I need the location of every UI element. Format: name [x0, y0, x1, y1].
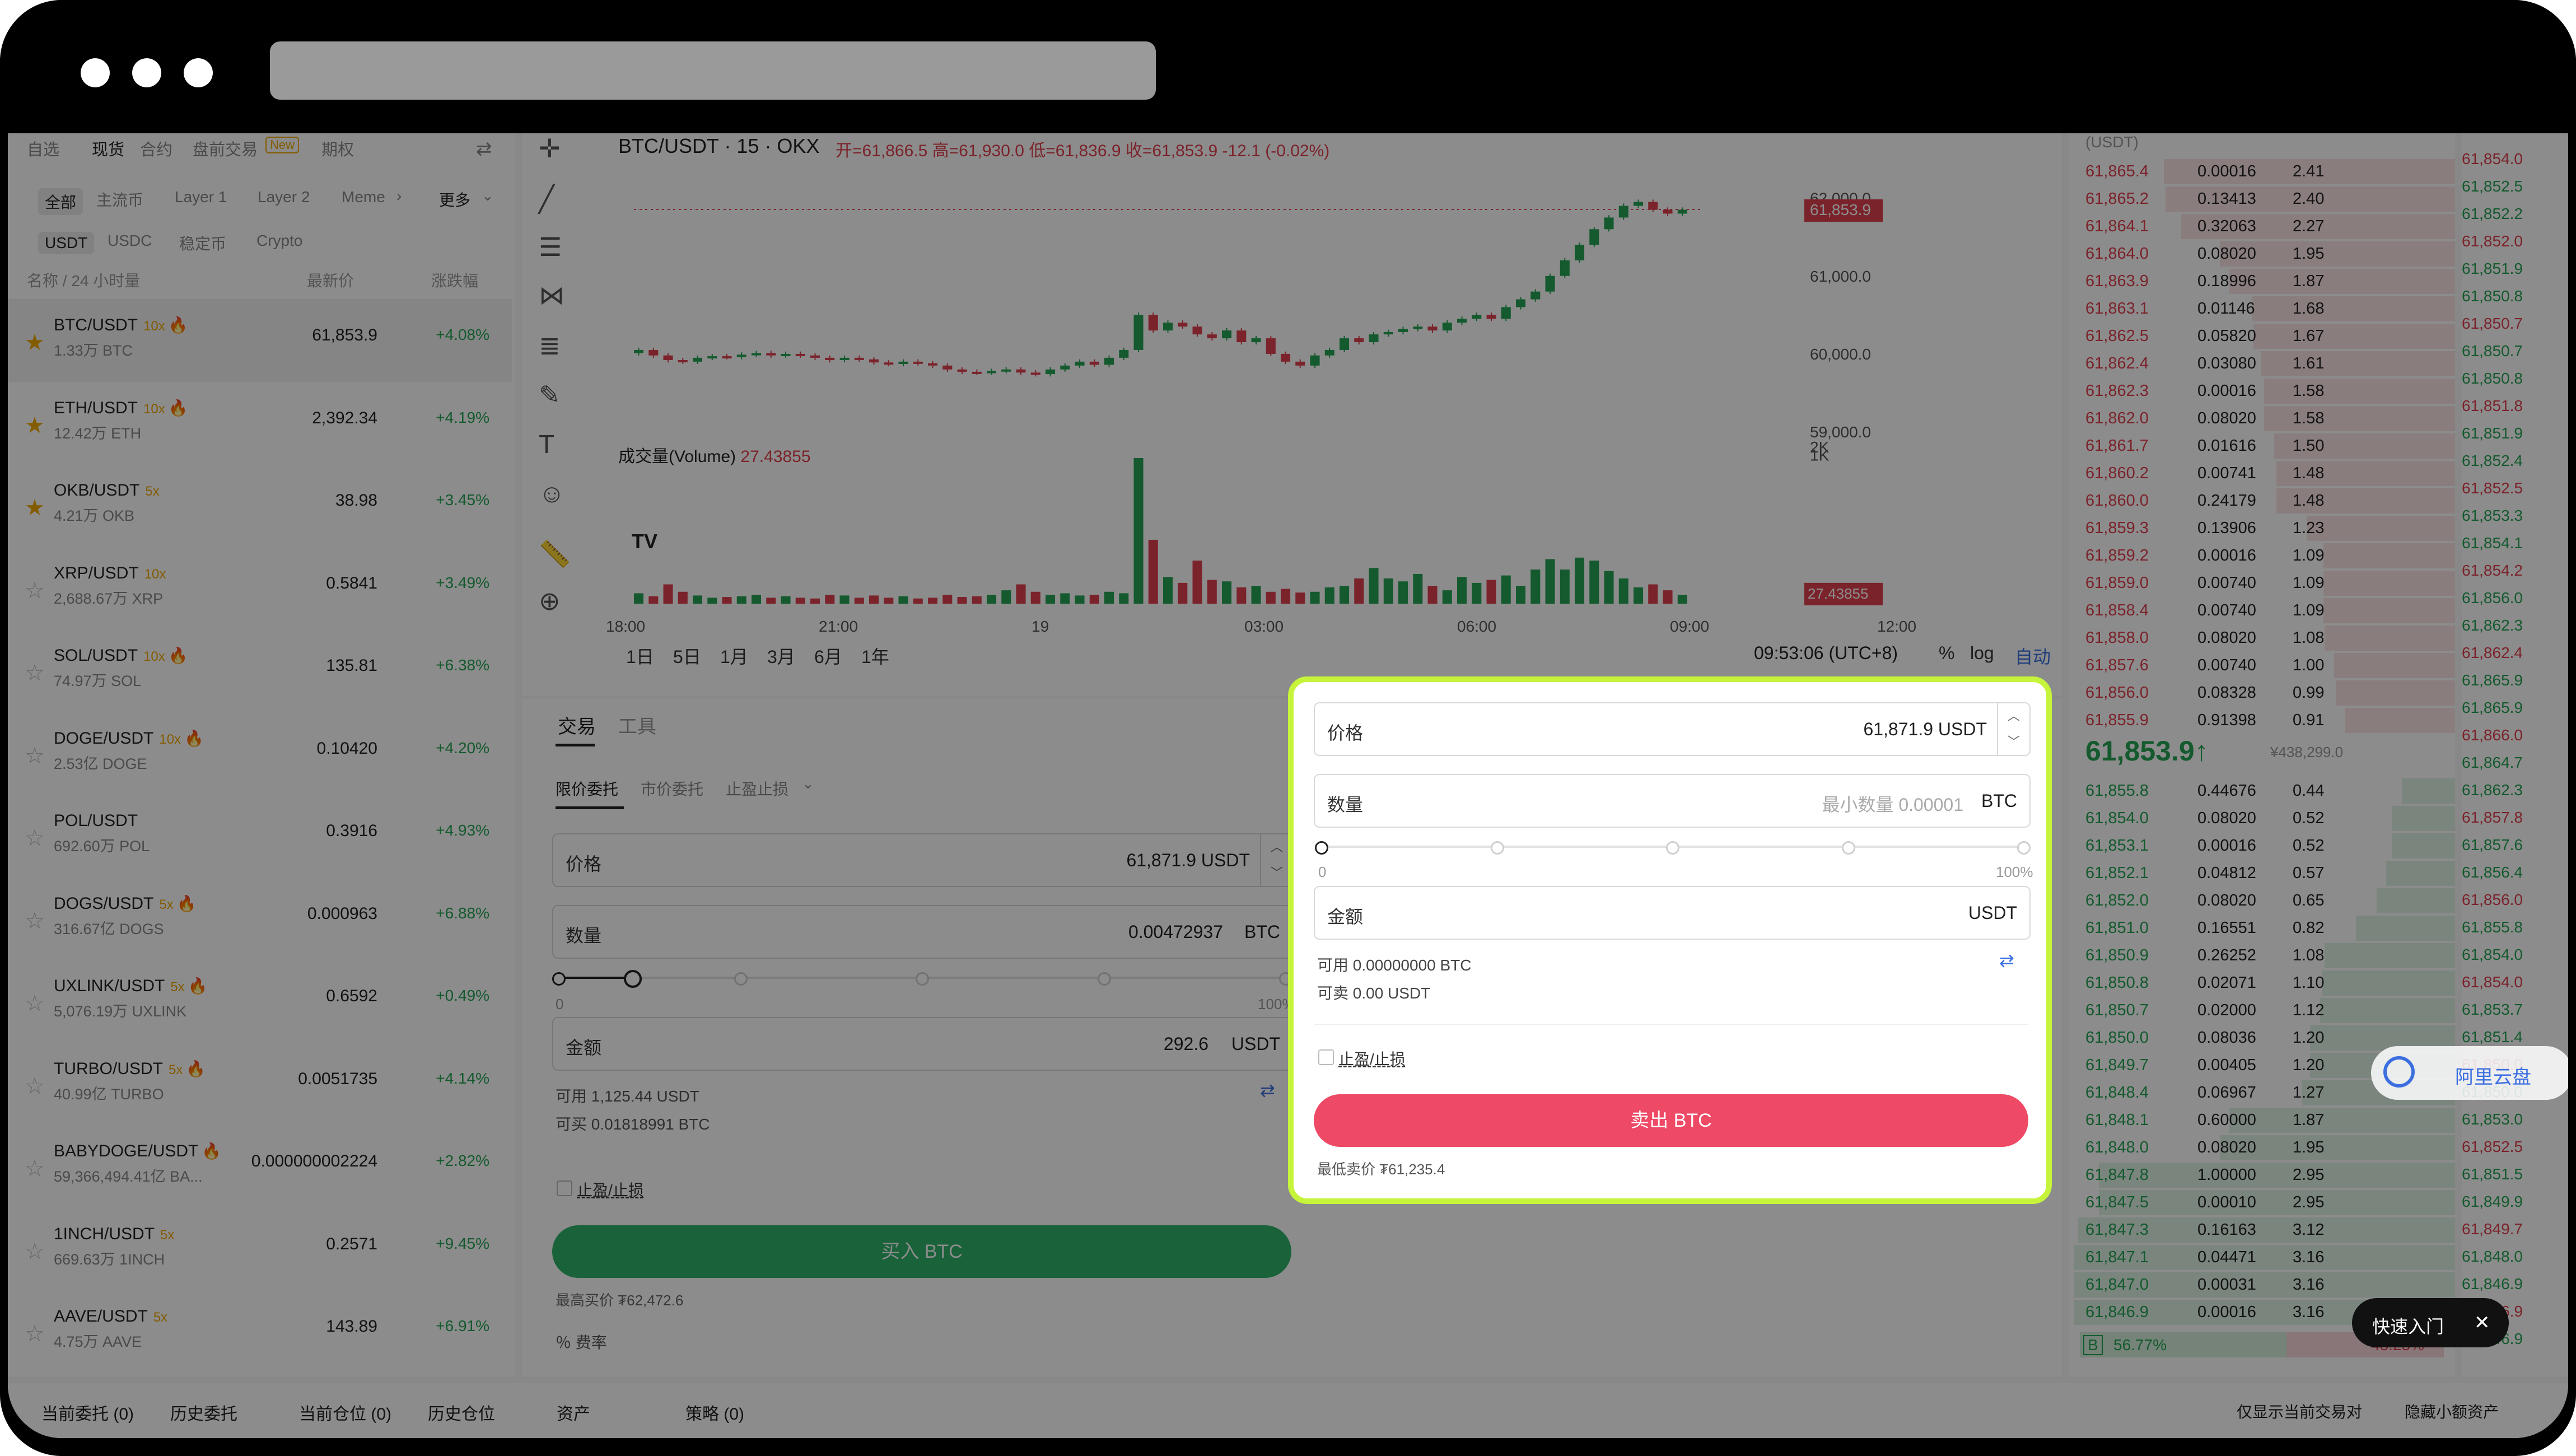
chevron-down-icon[interactable]: ﹀	[1998, 729, 2029, 755]
quick-start-button[interactable]: 快速入门 ✕	[2352, 1298, 2509, 1347]
sell-can-sell: 可卖 0.00 USDT	[1317, 984, 1431, 1002]
close-icon[interactable]: ✕	[2474, 1312, 2490, 1334]
sell-qty-input[interactable]: 数量 最小数量 0.00001 BTC	[1314, 774, 2031, 828]
sell-qty-label: 数量	[1327, 795, 1364, 815]
sell-amount-label: 金额	[1327, 907, 1364, 927]
sell-qty-placeholder: 最小数量 0.00001	[1822, 795, 1963, 815]
slider-step-dot[interactable]	[1841, 841, 1855, 855]
slider-step-dot[interactable]	[1666, 841, 1679, 855]
aliyun-logo-icon	[2383, 1056, 2415, 1088]
sell-price-input[interactable]: 价格 61,871.9 USDT ︿ ﹀	[1314, 702, 2031, 756]
aliyun-label: 阿里云盘	[2455, 1067, 2531, 1088]
sell-btc-button[interactable]: 卖出 BTC	[1314, 1094, 2028, 1147]
sell-slider-min: 0	[1318, 864, 1327, 880]
window-zoom-dot[interactable]	[184, 58, 213, 87]
sell-tpsl-checkbox[interactable]	[1318, 1049, 1334, 1065]
slider-step-dot[interactable]	[1490, 841, 1504, 855]
slider-step-dot[interactable]	[1315, 841, 1328, 855]
sell-tpsl-label[interactable]: 止盈/止损	[1338, 1047, 1406, 1070]
sell-min-price: 最低卖价 ₮61,235.4	[1317, 1161, 1445, 1178]
quick-start-label: 快速入门	[2372, 1317, 2444, 1337]
window-minimize-dot[interactable]	[132, 58, 161, 87]
address-bar[interactable]	[270, 41, 1156, 100]
sell-price-unit: USDT	[1938, 719, 1987, 739]
sell-form-highlight: 价格 61,871.9 USDT ︿ ﹀ 数量 最小数量 0.00001 BTC …	[1288, 676, 2052, 1204]
window-close-dot[interactable]	[81, 58, 110, 87]
browser-frame: 自选 现货 合约 盘前交易 期权 New 全部 主流币 Layer 1 Layer 2 Meme 更…	[0, 0, 2576, 1456]
sell-amount-input[interactable]: 金额 USDT	[1314, 886, 2031, 940]
slider-step-dot[interactable]	[2017, 841, 2031, 855]
sell-slider-max: 100%	[1996, 864, 2033, 880]
sell-price-label: 价格	[1327, 723, 1364, 743]
browser-titlebar	[0, 0, 2576, 133]
sell-price-value: 61,871.9	[1863, 719, 1933, 739]
sell-amount-unit: USDT	[1968, 903, 2017, 923]
sell-divider	[1314, 1024, 2028, 1025]
sell-qty-unit: BTC	[1981, 791, 2017, 811]
sell-transfer-icon[interactable]: ⇄	[1999, 950, 2014, 971]
aliyun-widget[interactable]: 阿里云盘	[2371, 1046, 2568, 1100]
chevron-up-icon[interactable]: ︿	[1998, 703, 2029, 729]
sell-available: 可用 0.00000000 BTC	[1317, 956, 1472, 974]
sell-price-stepper[interactable]: ︿ ﹀	[1997, 703, 2029, 755]
